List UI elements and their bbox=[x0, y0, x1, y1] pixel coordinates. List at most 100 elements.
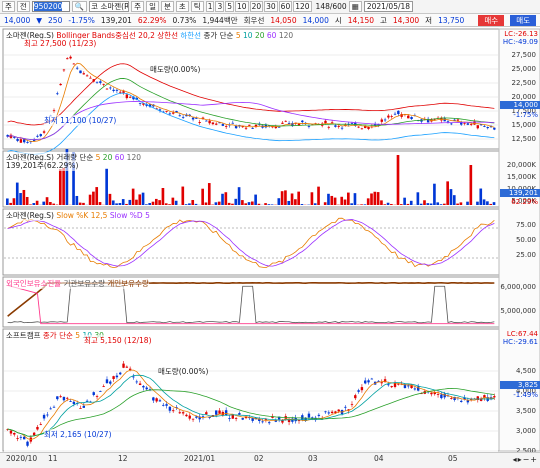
calendar-icon[interactable]: ▦ bbox=[348, 1, 362, 12]
compare-candle bbox=[178, 412, 182, 414]
stock-name-field[interactable]: 코 소마젠(Reg bbox=[89, 1, 130, 12]
price-candle bbox=[324, 120, 327, 124]
price-candle bbox=[463, 122, 466, 124]
compare-candle bbox=[46, 414, 49, 416]
open-price: 14,150 bbox=[347, 15, 374, 25]
compare-max-label: 최고 5,150 (12/18) bbox=[84, 335, 152, 346]
compare-candle bbox=[493, 396, 496, 398]
compare-candle bbox=[364, 380, 367, 384]
period-min-button[interactable]: 분 bbox=[160, 1, 174, 12]
volume-bar bbox=[207, 183, 211, 205]
interval-button[interactable]: 120 bbox=[293, 1, 312, 12]
volume-bar bbox=[82, 202, 85, 205]
price-candle bbox=[469, 124, 473, 125]
compare-candle bbox=[26, 441, 29, 446]
volume-bar bbox=[217, 201, 221, 205]
volume-bar bbox=[416, 192, 420, 205]
interval-button[interactable]: 30 bbox=[264, 1, 278, 12]
chart-menu-button[interactable]: 주 bbox=[2, 1, 15, 12]
compare-candle bbox=[36, 426, 39, 430]
volume-bar bbox=[12, 198, 16, 205]
chart-menu-dropdown[interactable]: 전 bbox=[16, 1, 30, 12]
compare-candle bbox=[430, 392, 433, 395]
price-candle bbox=[493, 127, 496, 130]
compare-candle bbox=[195, 416, 198, 418]
volume-bar bbox=[164, 203, 168, 205]
price-candle bbox=[393, 113, 397, 115]
compare-current-tag: 3,825 bbox=[500, 381, 540, 389]
period-sec-button[interactable]: 초 bbox=[175, 1, 189, 12]
volume-bar bbox=[347, 192, 350, 205]
buy-button[interactable]: 매수 bbox=[478, 14, 505, 26]
compare-mid-label: 매도량(0.00%) bbox=[158, 366, 209, 377]
volume-bar bbox=[174, 200, 178, 205]
interval-button[interactable]: 10 bbox=[235, 1, 249, 12]
price-candle bbox=[281, 122, 284, 124]
stock-code-input[interactable]: 950200 bbox=[31, 1, 70, 12]
compare-current-pct: -1.49% bbox=[513, 391, 538, 399]
compare-candle bbox=[413, 388, 417, 390]
period-week-button[interactable]: 일 bbox=[146, 1, 159, 12]
volume-bar bbox=[237, 187, 241, 205]
interval-button[interactable]: 3 bbox=[215, 1, 225, 12]
compare-candle bbox=[224, 410, 228, 415]
price-candle bbox=[337, 126, 340, 127]
price-candle bbox=[205, 120, 208, 122]
price-candle bbox=[39, 134, 42, 137]
price-candle bbox=[115, 89, 119, 91]
volume-bar bbox=[121, 199, 125, 205]
trade-amount: 1,944백만 bbox=[202, 15, 238, 25]
interval-button[interactable]: 20 bbox=[249, 1, 264, 12]
chart-canvas[interactable]: 27,50025,00022,50020,00017,50015,00012,5… bbox=[0, 27, 540, 468]
x-axis-label: 2021/01 bbox=[184, 454, 216, 463]
compare-candle bbox=[66, 397, 69, 399]
volume-bar bbox=[482, 199, 486, 205]
interval-button[interactable]: 60 bbox=[278, 1, 293, 12]
volume-bar bbox=[466, 201, 469, 205]
compare-candle bbox=[344, 406, 347, 408]
volume-bar bbox=[148, 203, 152, 205]
volume-ma-legend: 단순 bbox=[79, 153, 94, 162]
volume-bar bbox=[78, 202, 82, 205]
volume-bar bbox=[194, 203, 198, 205]
sell-button[interactable]: 매도 bbox=[510, 14, 536, 26]
price-candle bbox=[483, 126, 486, 127]
stoch-tick: 25.00 bbox=[516, 251, 536, 259]
price-candle bbox=[168, 113, 172, 115]
stoch-legend: 소마젠(Reg.S) Slow %K 12,5 Slow %D 5 bbox=[6, 210, 150, 221]
stoch-legend-name: 소마젠(Reg.S) bbox=[6, 211, 54, 220]
volume-bar bbox=[95, 187, 99, 205]
open-label: 시 bbox=[334, 15, 342, 25]
volume-bar bbox=[353, 193, 357, 205]
individual-legend: 개인보유수량 bbox=[107, 279, 149, 288]
price-candle bbox=[367, 126, 370, 129]
volume-bar bbox=[373, 191, 377, 205]
volume-bar bbox=[227, 202, 231, 205]
volume-bar bbox=[419, 203, 423, 205]
compare-legend-name: 소프트캠프 bbox=[6, 331, 41, 340]
interval-button[interactable]: 5 bbox=[225, 1, 235, 12]
volume-bar bbox=[323, 202, 327, 205]
zoom-in-icon[interactable]: + bbox=[530, 455, 538, 464]
compare-candle bbox=[109, 381, 112, 384]
volume-bar bbox=[125, 203, 128, 205]
volume-bar bbox=[489, 203, 493, 205]
volume-bar bbox=[452, 195, 456, 205]
search-icon[interactable]: 🔍 bbox=[71, 1, 88, 12]
ma120-legend: 120 bbox=[278, 31, 294, 40]
volume-bar bbox=[277, 198, 281, 205]
compare-candle bbox=[132, 376, 135, 378]
volume-bar bbox=[224, 192, 228, 205]
period-tick-button[interactable]: 틱 bbox=[190, 1, 204, 12]
period-day-button[interactable]: 주 bbox=[131, 1, 145, 12]
foreign-ratio-legend: 외국인보유소진율 bbox=[6, 279, 62, 288]
price-candle bbox=[79, 70, 82, 74]
volume-bar bbox=[443, 203, 446, 205]
volume-bar bbox=[251, 201, 254, 205]
interval-button[interactable]: 1 bbox=[205, 1, 215, 12]
priority-label: 회우선 bbox=[243, 15, 265, 25]
price-candle bbox=[330, 122, 334, 124]
date-field[interactable]: 2021/05/18 bbox=[363, 1, 414, 12]
ma10-legend: 10 bbox=[243, 31, 253, 40]
volume-bar bbox=[244, 203, 248, 205]
